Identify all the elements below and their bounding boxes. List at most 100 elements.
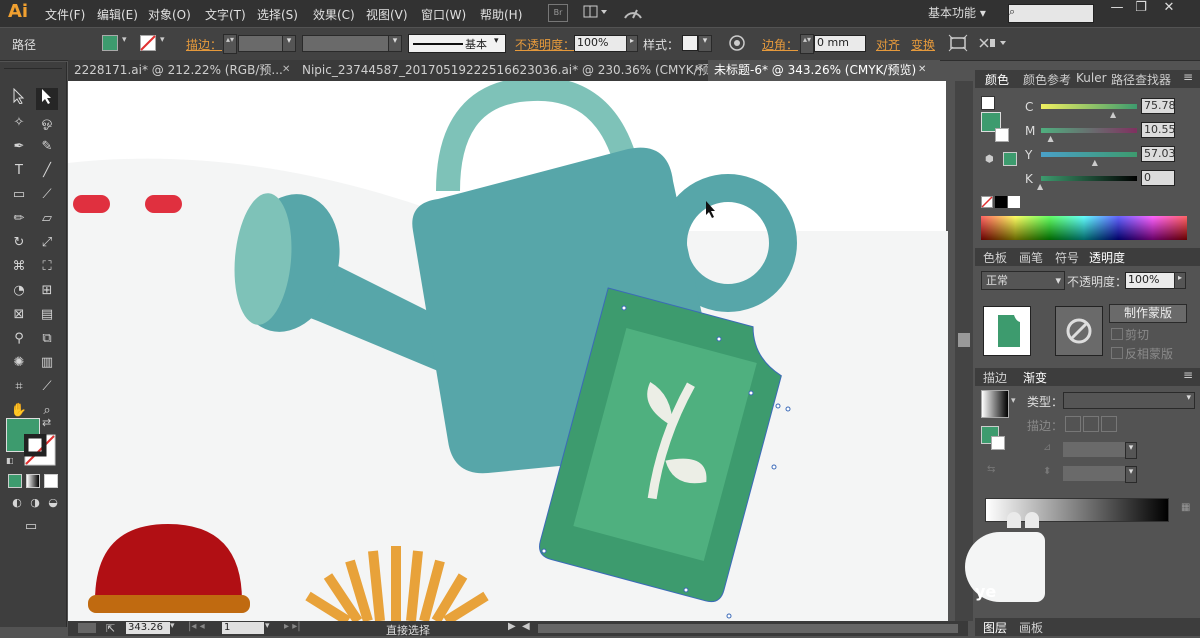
- transparency-opacity-input[interactable]: 100%: [1125, 272, 1175, 289]
- scroll-thumb[interactable]: [958, 333, 970, 347]
- symbol-sprayer-tool-icon[interactable]: ✺: [8, 352, 30, 374]
- stroke-along-icon[interactable]: [1083, 416, 1099, 432]
- channel-slider-k[interactable]: [1041, 176, 1137, 181]
- align-link[interactable]: 对齐: [876, 36, 900, 53]
- chevron-down-icon[interactable]: ▾: [1125, 466, 1137, 483]
- channel-value-k[interactable]: 0: [1141, 170, 1175, 186]
- channel-value-y[interactable]: 57.03: [1141, 146, 1176, 162]
- tab-swatches[interactable]: 色板: [983, 249, 1007, 266]
- chevron-right-icon[interactable]: ▸: [1174, 272, 1186, 289]
- delete-stop-icon[interactable]: ▦: [1181, 502, 1190, 513]
- channel-slider-y[interactable]: [1041, 152, 1137, 157]
- eraser-tool-icon[interactable]: ▱: [36, 208, 58, 230]
- menu-edit[interactable]: 编辑(E): [97, 6, 138, 23]
- variable-width-profile[interactable]: [302, 35, 390, 52]
- eyedropper-tool-icon[interactable]: ⚲: [8, 328, 30, 350]
- color-spectrum[interactable]: [981, 216, 1187, 240]
- close-icon[interactable]: ✕: [694, 64, 702, 75]
- artboard-number-field[interactable]: 1: [222, 622, 264, 634]
- stroke-weight-stepper[interactable]: ▴▾: [223, 34, 237, 54]
- tab-transparency[interactable]: 透明度: [1089, 249, 1125, 266]
- zoom-level-field[interactable]: 343.26: [126, 622, 170, 634]
- chevron-down-icon[interactable]: ▾: [494, 36, 499, 46]
- slice-tool-icon[interactable]: ⟋: [36, 376, 58, 398]
- paintbrush-tool-icon[interactable]: ⟋: [36, 184, 58, 206]
- free-transform-tool-icon[interactable]: ⛶: [36, 256, 58, 278]
- tab-layers[interactable]: 图层: [983, 619, 1007, 636]
- make-mask-button[interactable]: 制作蒙版: [1109, 304, 1187, 323]
- gradient-type-select[interactable]: ▾: [1063, 392, 1195, 409]
- draw-inside-icon[interactable]: ◒: [42, 492, 64, 514]
- chevron-down-icon[interactable]: ▾: [122, 35, 127, 45]
- workspace-switcher[interactable]: 基本功能 ▾: [928, 4, 986, 21]
- share-icon[interactable]: ⇱: [106, 622, 115, 635]
- clip-checkbox[interactable]: [1111, 328, 1123, 340]
- gradient-stroke-swatch[interactable]: [991, 436, 1005, 450]
- tab-pathfinder[interactable]: 路径查找器: [1111, 71, 1171, 88]
- slider-thumb[interactable]: ▲: [1110, 110, 1116, 119]
- gamut-color-swatch[interactable]: [1003, 152, 1017, 166]
- artboard-canvas[interactable]: [68, 81, 948, 621]
- chevron-right-icon[interactable]: ▸: [626, 35, 638, 52]
- maximize-button[interactable]: ❐: [1130, 0, 1152, 18]
- close-button[interactable]: ✕: [1158, 0, 1180, 18]
- menu-effect[interactable]: 效果(C): [313, 6, 355, 23]
- column-graph-tool-icon[interactable]: ▥: [36, 352, 58, 374]
- pen-tool-icon[interactable]: ✒: [8, 136, 30, 158]
- panel-menu-icon[interactable]: ≡: [1183, 368, 1193, 382]
- opacity-label[interactable]: 不透明度：: [515, 36, 575, 53]
- menu-help[interactable]: 帮助(H): [480, 6, 522, 23]
- width-tool-icon[interactable]: ⌘: [8, 256, 30, 278]
- tab-kuler[interactable]: Kuler: [1076, 71, 1107, 85]
- direct-selection-tool-icon[interactable]: [36, 88, 58, 110]
- channel-slider-c[interactable]: [1041, 104, 1137, 109]
- out-of-gamut-icon[interactable]: ⬢: [985, 154, 994, 165]
- tab-artboards[interactable]: 画板: [1019, 619, 1043, 636]
- lasso-tool-icon[interactable]: ஓ: [36, 112, 58, 134]
- reverse-gradient-icon[interactable]: ⇆: [987, 464, 995, 475]
- mesh-tool-icon[interactable]: ⊠: [8, 304, 30, 326]
- tab-symbols[interactable]: 符号: [1055, 249, 1079, 266]
- menu-window[interactable]: 窗口(W): [421, 6, 466, 23]
- artwork[interactable]: [68, 81, 948, 621]
- rectangle-tool-icon[interactable]: ▭: [8, 184, 30, 206]
- close-icon[interactable]: ✕: [282, 64, 290, 75]
- selection-tool-icon[interactable]: [8, 87, 30, 110]
- gradient-angle-field[interactable]: [1063, 442, 1125, 457]
- stroke-weight-field[interactable]: [238, 35, 284, 52]
- arrange-documents-icon[interactable]: [583, 4, 611, 20]
- tab-color-guide[interactable]: 颜色参考: [1023, 71, 1071, 88]
- gradient-stop[interactable]: [1025, 512, 1039, 528]
- gpu-performance-icon[interactable]: [622, 4, 644, 25]
- stroke-within-icon[interactable]: [1065, 416, 1081, 432]
- tab-gradient[interactable]: 渐变: [1023, 369, 1047, 386]
- transform-link[interactable]: 变换: [911, 36, 935, 53]
- none-mode-icon[interactable]: [44, 474, 58, 488]
- fill-swatch[interactable]: [102, 35, 118, 51]
- pencil-tool-icon[interactable]: ✏: [8, 208, 30, 230]
- horizontal-scrollbar[interactable]: [538, 624, 958, 633]
- type-tool-icon[interactable]: T: [8, 160, 30, 182]
- panel-menu-icon[interactable]: ≡: [1183, 70, 1193, 84]
- gradient-aspect-field[interactable]: [1063, 466, 1125, 481]
- corner-label[interactable]: 边角：: [762, 36, 798, 53]
- chevron-down-icon[interactable]: ▾: [160, 35, 165, 45]
- screen-mode-icon[interactable]: ▭: [20, 516, 42, 538]
- minimize-button[interactable]: —: [1106, 0, 1128, 18]
- chevron-down-icon[interactable]: ▾: [170, 621, 175, 631]
- corner-stepper[interactable]: ▴▾: [800, 34, 814, 54]
- arrange-icon[interactable]: [978, 34, 1008, 55]
- artboard-tool-icon[interactable]: ⌗: [8, 376, 30, 398]
- stroke-weight-dropdown[interactable]: ▾: [282, 35, 296, 52]
- stroke-color-swatch[interactable]: [23, 433, 56, 469]
- bridge-button[interactable]: Br: [548, 4, 568, 22]
- chevron-down-icon[interactable]: ▾: [1125, 442, 1137, 459]
- brush-definition[interactable]: 基本 ▾: [408, 34, 506, 53]
- first-artboard-icon[interactable]: |◂ ◂: [188, 621, 205, 632]
- tab-color[interactable]: 颜色: [985, 71, 1009, 88]
- stroke-label[interactable]: 描边：: [186, 36, 222, 53]
- toolbar-grip[interactable]: [4, 62, 62, 69]
- chevron-right-icon[interactable]: ▶: [508, 621, 516, 632]
- no-stroke-icon[interactable]: [140, 35, 156, 51]
- rotate-tool-icon[interactable]: ↻: [8, 232, 30, 254]
